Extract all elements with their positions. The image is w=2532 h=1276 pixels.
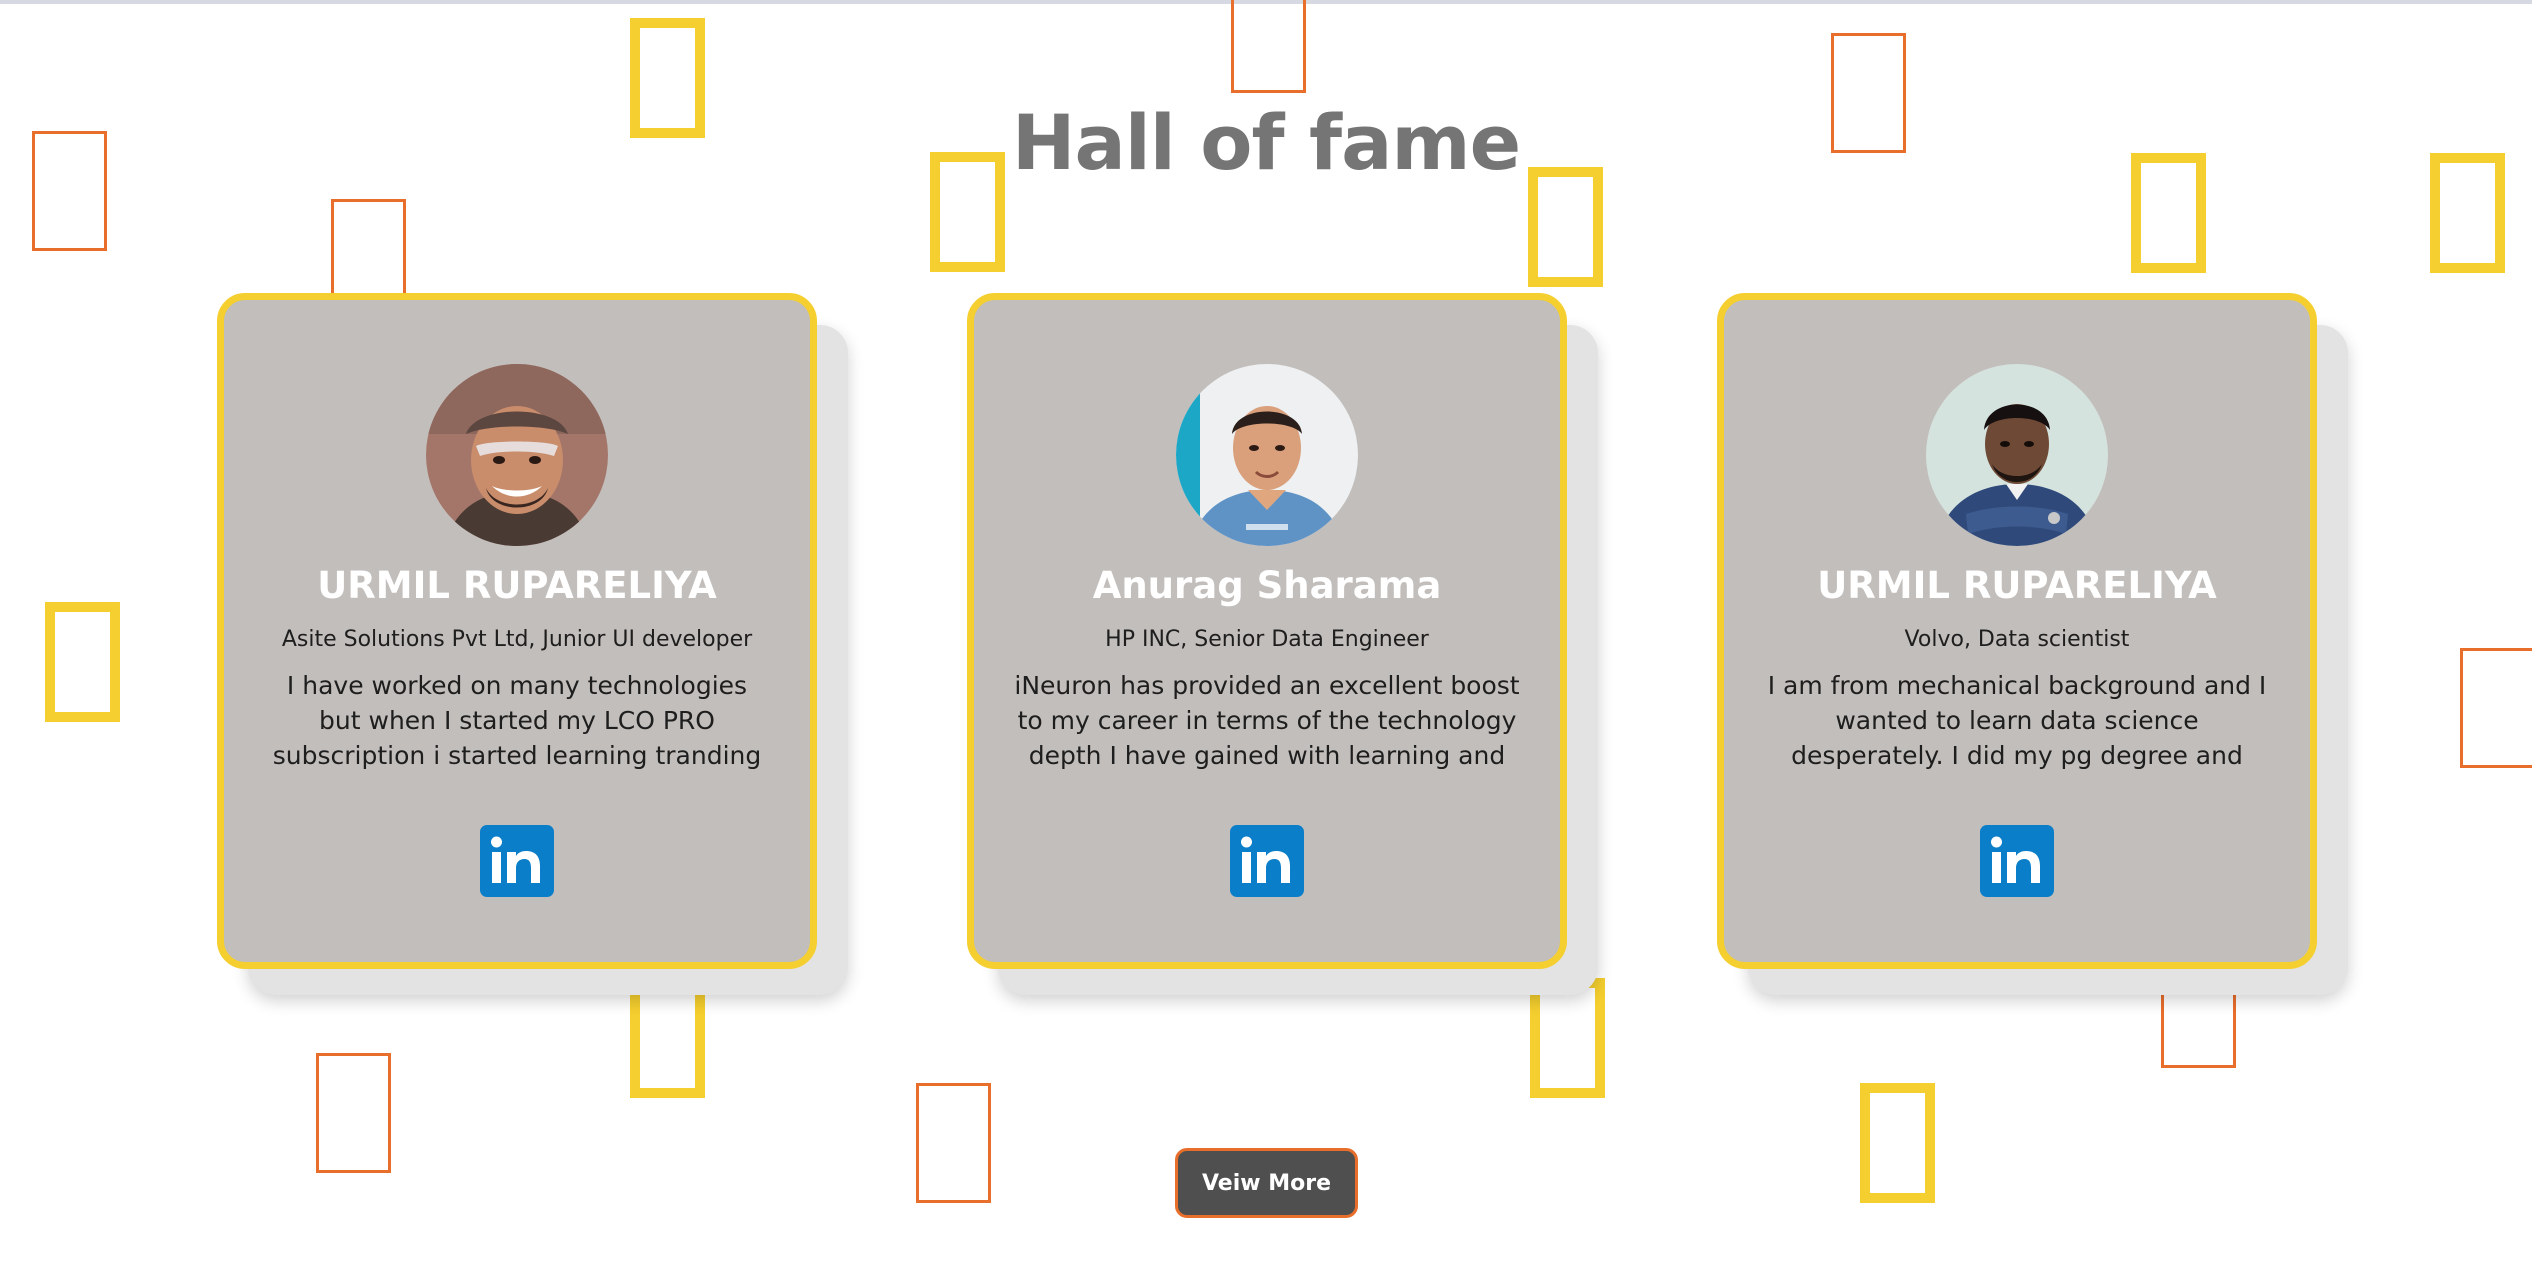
person-role: Asite Solutions Pvt Ltd, Junior UI devel… <box>281 627 753 652</box>
avatar <box>426 364 608 546</box>
testimonial-text: I have worked on many technologies but w… <box>272 671 762 770</box>
decor-rect <box>630 978 705 1098</box>
decor-rect <box>2460 648 2532 768</box>
linkedin-icon[interactable] <box>480 825 554 897</box>
avatar <box>1176 364 1358 546</box>
testimonial-card: URMIL RUPARELIYA Volvo, Data scientist I… <box>1717 293 2317 969</box>
decor-rect <box>916 1083 991 1203</box>
testimonial-text: I am from mechanical background and I wa… <box>1767 671 2267 770</box>
testimonial-card: URMIL RUPARELIYA Asite Solutions Pvt Ltd… <box>217 293 817 969</box>
decor-rect <box>331 199 406 299</box>
testimonial-text: iNeuron has provided an excellent boost … <box>1014 671 1520 770</box>
decor-rect <box>1530 978 1605 1098</box>
person-role: Volvo, Data scientist <box>1904 627 2130 652</box>
decor-rect <box>1231 0 1306 93</box>
decor-rect <box>45 602 120 722</box>
view-more-button[interactable]: Veiw More <box>1175 1148 1358 1218</box>
person-name: Anurag Sharama <box>1092 564 1442 607</box>
testimonial-card: Anurag Sharama HP INC, Senior Data Engin… <box>967 293 1567 969</box>
person-name: URMIL RUPARELIYA <box>1817 564 2217 607</box>
avatar <box>1926 364 2108 546</box>
decor-rect <box>1860 1083 1935 1203</box>
person-role: HP INC, Senior Data Engineer <box>1105 627 1429 652</box>
decor-rect <box>316 1053 391 1173</box>
person-name: URMIL RUPARELIYA <box>317 564 717 607</box>
hall-of-fame-section: Hall of fame URMIL RUPARELIYA Asite Solu… <box>0 0 2532 1276</box>
section-title: Hall of fame <box>1011 98 1521 187</box>
linkedin-icon[interactable] <box>1980 825 2054 897</box>
linkedin-icon[interactable] <box>1230 825 1304 897</box>
